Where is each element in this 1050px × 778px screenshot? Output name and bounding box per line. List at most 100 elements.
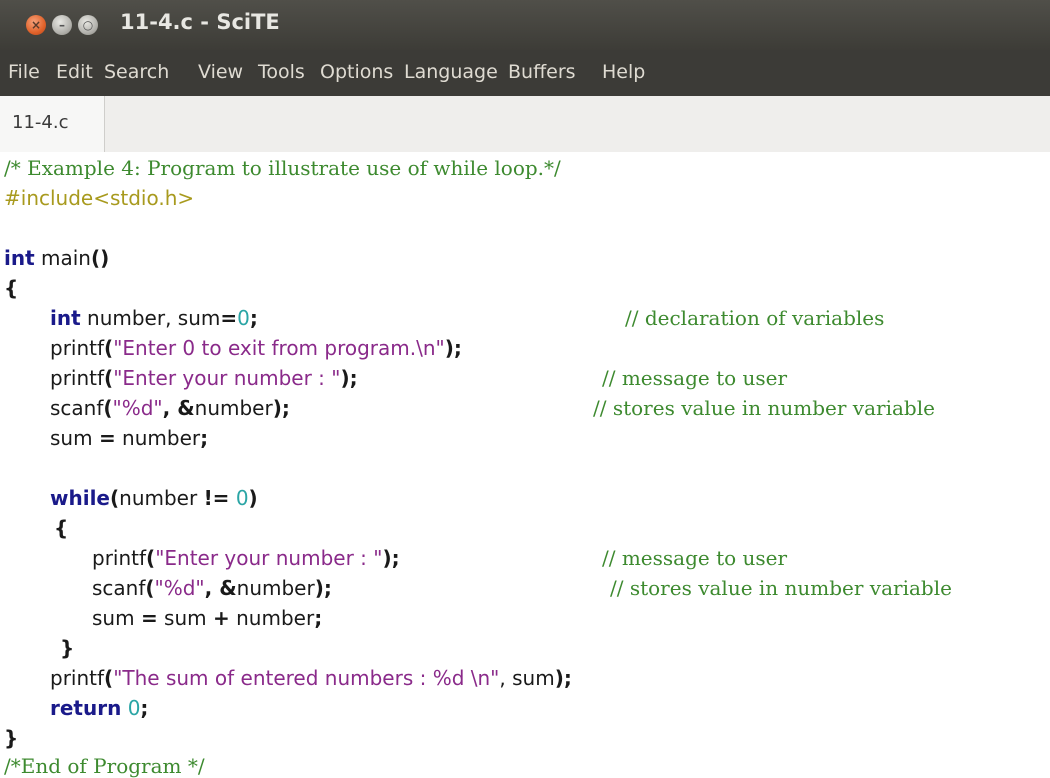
code-string: "Enter your number : " [155, 546, 383, 570]
code-identifier: scanf [92, 576, 146, 600]
code-brace: } [60, 636, 75, 660]
tab-active-file[interactable]: 11-4.c [0, 96, 105, 152]
code-identifier: printf [92, 546, 147, 570]
code-operator: , [162, 396, 178, 420]
code-keyword: int [4, 246, 35, 270]
code-operator: ( [146, 546, 156, 570]
code-line-12: while(number != 0) [50, 486, 258, 510]
code-comment-15: // stores value in number variable [610, 576, 952, 600]
code-line-15: scanf("%d", &number); [92, 576, 332, 600]
menu-search[interactable]: Search [104, 61, 169, 83]
code-line-13: { [54, 516, 68, 540]
code-number: 0 [127, 696, 141, 720]
code-operator: & [177, 396, 195, 420]
code-keyword: return [50, 696, 122, 720]
code-identifier: number [115, 426, 201, 450]
menu-view[interactable]: View [198, 61, 243, 83]
code-operator: = [140, 606, 158, 630]
code-operator: () [90, 246, 110, 270]
code-comment: /*End of Program */ [4, 754, 205, 778]
code-operator: ); [382, 546, 400, 570]
code-number: 0 [237, 306, 250, 330]
code-string: "%d" [154, 576, 205, 600]
minimize-button[interactable]: – [52, 15, 72, 35]
code-operator: ); [314, 576, 332, 600]
code-operator: ( [104, 336, 114, 360]
tab-bar: 11-4.c [0, 96, 1050, 153]
code-identifier: sum [92, 606, 141, 630]
code-operator: ); [554, 666, 572, 690]
code-operator: != [203, 486, 230, 510]
code-operator: ) [248, 486, 258, 510]
code-operator: ( [104, 666, 114, 690]
menu-bar: File Edit Search View Tools Options Lang… [0, 50, 1050, 96]
code-operator: ; [314, 606, 323, 630]
minimize-icon: – [59, 18, 65, 32]
code-line-1: /* Example 4: Program to illustrate use … [4, 156, 561, 180]
code-operator: , [204, 576, 220, 600]
code-identifier: , sum [499, 666, 555, 690]
menu-help[interactable]: Help [602, 61, 645, 83]
menu-options[interactable]: Options [320, 61, 393, 83]
code-identifier: number, sum [80, 306, 221, 330]
code-operator: ; [140, 696, 149, 720]
code-string: "Enter your number : " [113, 366, 341, 390]
code-identifier: number [119, 486, 204, 510]
code-line-16: sum = sum + number; [92, 606, 322, 630]
code-string: "Enter 0 to exit from program.\n" [113, 336, 445, 360]
code-line-7: printf("Enter 0 to exit from program.\n"… [50, 336, 462, 360]
menu-edit[interactable]: Edit [56, 61, 93, 83]
code-comment-8: // message to user [602, 366, 788, 390]
code-operator: ); [444, 336, 462, 360]
code-comment-14: // message to user [602, 546, 788, 570]
code-operator: ); [340, 366, 358, 390]
maximize-icon: ○ [82, 18, 94, 32]
menu-language[interactable]: Language [404, 61, 498, 83]
code-identifier: number [194, 396, 273, 420]
code-line-19: return 0; [50, 696, 148, 720]
code-string: "The sum of entered numbers : %d \n" [113, 666, 500, 690]
code-operator: ; [249, 306, 258, 330]
title-bar: × – ○ 11-4.c - SciTE [0, 0, 1050, 50]
menu-buffers[interactable]: Buffers [508, 61, 576, 83]
maximize-button[interactable]: ○ [78, 15, 98, 35]
code-comment-9: // stores value in number variable [593, 396, 935, 420]
code-identifier: scanf [50, 396, 104, 420]
code-string: "%d" [112, 396, 163, 420]
code-keyword: int [50, 306, 81, 330]
code-line-2: #include<stdio.h> [4, 186, 194, 210]
close-icon: × [30, 18, 42, 32]
code-operator: = [220, 306, 238, 330]
code-line-4: int main() [4, 246, 109, 270]
code-comment-6: // declaration of variables [625, 306, 885, 330]
menu-tools[interactable]: Tools [258, 61, 305, 83]
code-identifier: printf [50, 366, 105, 390]
code-line-8: printf("Enter your number : "); [50, 366, 358, 390]
code-identifier: printf [50, 336, 105, 360]
code-operator: & [219, 576, 237, 600]
code-line-17: } [60, 636, 74, 660]
code-operator: ( [110, 486, 120, 510]
code-line-21: /*End of Program */ [4, 754, 205, 778]
code-line-10: sum = number; [50, 426, 208, 450]
menu-file[interactable]: File [8, 61, 40, 83]
code-brace: } [4, 726, 19, 750]
code-identifier: sum [50, 426, 99, 450]
close-button[interactable]: × [26, 15, 46, 35]
code-identifier: sum [157, 606, 213, 630]
code-line-14: printf("Enter your number : "); [92, 546, 400, 570]
code-identifier: main [34, 246, 91, 270]
code-keyword: while [50, 486, 110, 510]
code-line-9: scanf("%d", &number); [50, 396, 290, 420]
code-identifier: printf [50, 666, 105, 690]
code-number: 0 [235, 486, 249, 510]
code-identifier: number [229, 606, 315, 630]
code-identifier: number [236, 576, 315, 600]
code-operator: ); [272, 396, 290, 420]
code-brace: { [54, 516, 69, 540]
code-operator: ( [104, 366, 114, 390]
code-preprocessor: #include<stdio.h> [4, 186, 195, 210]
code-brace: { [4, 276, 19, 300]
code-line-6: int number, sum=0; [50, 306, 258, 330]
code-editor[interactable]: /* Example 4: Program to illustrate use … [0, 152, 1050, 778]
